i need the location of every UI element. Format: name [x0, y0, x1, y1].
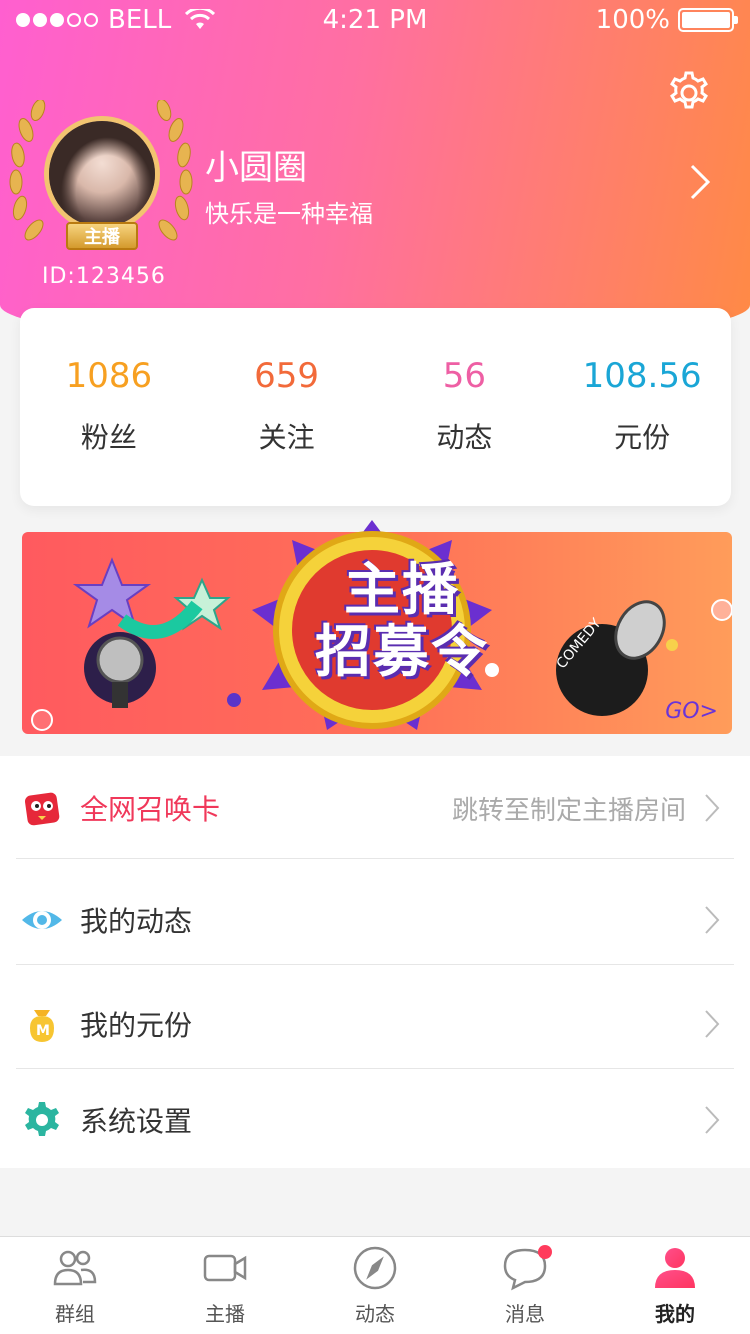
menu-label: 我的动态: [80, 905, 193, 938]
tab-me[interactable]: 我的: [600, 1237, 750, 1334]
divider: [16, 858, 734, 859]
user-motto: 快乐是一种幸福: [205, 200, 373, 228]
settings-gear-icon: [20, 1098, 64, 1142]
stat-label: 粉丝: [80, 421, 137, 454]
profile-header: BELL 4:21 PM 100% 主播 ID:123456 小圆圈 快乐是一种…: [0, 0, 750, 345]
stat-value: 1086: [65, 356, 153, 396]
menu-label: 系统设置: [80, 1105, 193, 1138]
stat-label: 元份: [614, 421, 671, 454]
profile-icon: [655, 1248, 695, 1288]
stat-posts[interactable]: 56 动态: [376, 356, 554, 456]
tab-label: 动态: [355, 1302, 395, 1326]
stat-value: 56: [442, 356, 486, 396]
menu-item-my-posts[interactable]: 我的动态: [16, 868, 734, 972]
compass-icon: [353, 1246, 397, 1290]
banner-go-link[interactable]: GO>: [665, 699, 718, 724]
chevron-right-icon: [705, 906, 720, 934]
user-name: 小圆圈: [205, 148, 307, 188]
chevron-right-icon: [705, 1106, 720, 1134]
menu-item-summon-card[interactable]: 全网召唤卡 跳转至制定主播房间: [16, 756, 734, 860]
banner-title-line2: 招募令: [315, 620, 489, 685]
tab-messages[interactable]: 消息: [450, 1237, 600, 1334]
stat-value: 108.56: [582, 356, 702, 396]
stat-value: 659: [254, 356, 320, 396]
group-icon: [53, 1250, 97, 1286]
anchor-badge: 主播: [66, 222, 138, 250]
eye-icon: [20, 898, 64, 942]
menu-hint: 跳转至制定主播房间: [451, 795, 686, 826]
recruit-banner[interactable]: COMEDY 主播 招募令 GO>: [22, 520, 732, 734]
notification-badge: [538, 1245, 552, 1259]
money-bag-icon: M: [20, 1002, 64, 1046]
menu-item-my-coins[interactable]: M 我的元份: [16, 972, 734, 1076]
carrier-name: BELL: [108, 5, 172, 35]
red-envelope-icon: [20, 786, 64, 830]
tab-label: 消息: [505, 1302, 545, 1326]
stat-label: 关注: [258, 421, 315, 454]
menu-label: 全网召唤卡: [80, 793, 221, 826]
stat-following[interactable]: 659 关注: [198, 356, 376, 456]
video-camera-icon: [203, 1254, 247, 1282]
avatar[interactable]: [44, 116, 160, 232]
stat-label: 动态: [436, 421, 493, 454]
chevron-right-icon: [705, 1010, 720, 1038]
tab-bar: 群组 主播 动态 消息 我的: [0, 1236, 750, 1334]
svg-text:M: M: [36, 1023, 50, 1039]
menu-label: 我的元份: [80, 1009, 193, 1042]
menu-item-system-settings[interactable]: 系统设置: [16, 1068, 734, 1172]
banner-title: 主播 招募令: [302, 560, 502, 684]
tab-groups[interactable]: 群组: [0, 1237, 150, 1334]
user-id: ID:123456: [42, 264, 166, 289]
tab-label: 我的: [655, 1302, 695, 1326]
tab-feed[interactable]: 动态: [300, 1237, 450, 1334]
tab-anchors[interactable]: 主播: [150, 1237, 300, 1334]
battery-percent: 100%: [595, 5, 670, 35]
menu-list: 全网召唤卡 跳转至制定主播房间 我的动态 M 我的元份 系统设置: [0, 756, 750, 1168]
signal-strength-icon: [16, 13, 98, 27]
settings-gear-icon[interactable]: [666, 70, 712, 116]
chevron-right-icon: [705, 794, 720, 822]
stat-fans[interactable]: 1086 粉丝: [20, 356, 198, 456]
status-bar: BELL 4:21 PM 100%: [0, 0, 750, 40]
battery-icon: [678, 8, 738, 32]
stats-card: 1086 粉丝 659 关注 56 动态 108.56 元份: [20, 308, 731, 506]
chevron-right-icon[interactable]: [688, 162, 712, 202]
divider: [16, 964, 734, 965]
tab-label: 群组: [55, 1302, 95, 1326]
stat-coins[interactable]: 108.56 元份: [553, 356, 731, 456]
wifi-icon: [185, 9, 216, 29]
avatar-frame[interactable]: 主播: [8, 100, 194, 260]
banner-title-line1: 主播: [344, 558, 460, 623]
tab-label: 主播: [205, 1302, 245, 1326]
